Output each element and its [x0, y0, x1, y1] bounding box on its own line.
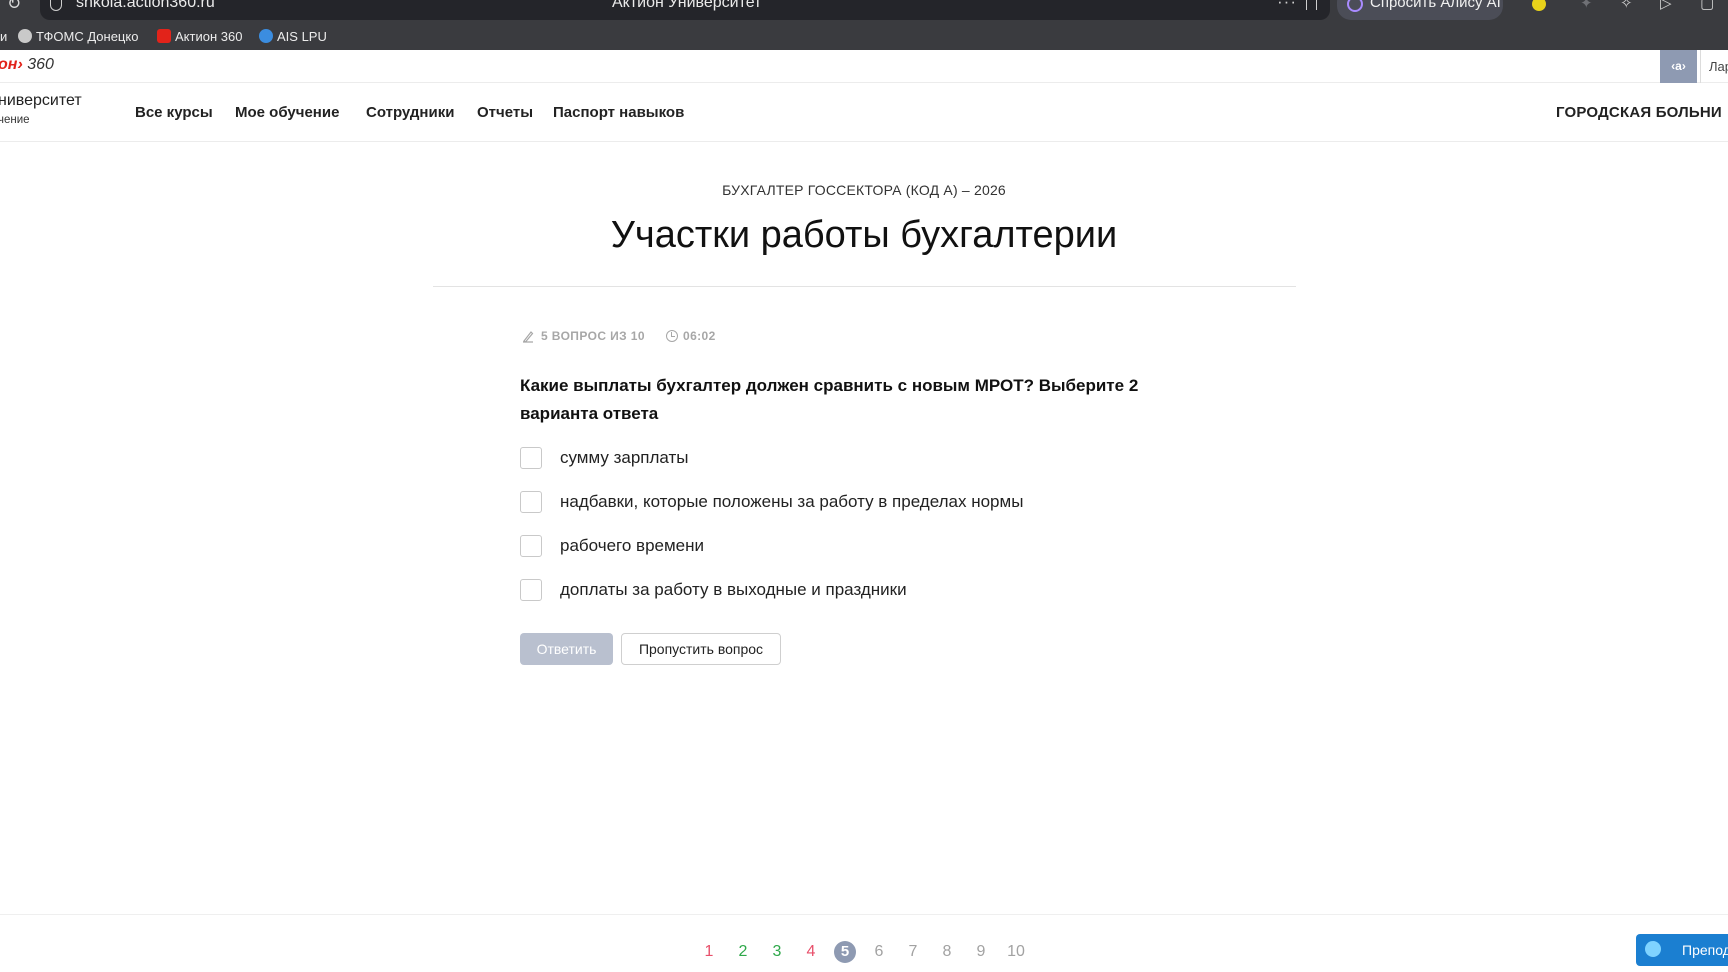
- more-icon[interactable]: ···: [1277, 0, 1297, 12]
- page-number[interactable]: 10: [1005, 941, 1027, 963]
- university-subtitle: чение: [0, 114, 30, 126]
- brand-logo[interactable]: он› 360: [0, 56, 54, 74]
- page-number[interactable]: 9: [970, 941, 992, 963]
- page-number[interactable]: 1: [698, 941, 720, 963]
- main-nav: ниверситет чение Все курсы Мое обучение …: [0, 84, 1728, 142]
- nav-employees[interactable]: Сотрудники: [366, 104, 454, 121]
- brand-part: 360: [27, 56, 54, 73]
- question-text: Какие выплаты бухгалтер должен сравнить …: [520, 376, 1139, 423]
- answer-label[interactable]: надбавки, которые положены за работу в п…: [560, 492, 1023, 512]
- university-logo[interactable]: ниверситет: [0, 92, 82, 110]
- site-topbar: он› 360 ‹a› Лар: [0, 50, 1728, 83]
- nav-reports[interactable]: Отчеты: [477, 104, 533, 121]
- info-icon: [259, 29, 273, 43]
- bookmark-tfoms[interactable]: ТФОМС Донецко: [18, 29, 138, 44]
- page-number[interactable]: 2: [732, 941, 754, 963]
- clock-icon: [666, 330, 678, 342]
- answer-checkbox[interactable]: [520, 535, 542, 557]
- answer-checkbox[interactable]: [520, 491, 542, 513]
- answer-option[interactable]: доплаты за работу в выходные и праздники: [520, 578, 1220, 602]
- answer-checkbox[interactable]: [520, 447, 542, 469]
- browser-toolbar: ↻ shkola.action360.ru Актион Университет…: [0, 0, 1728, 50]
- bookmark-label: ТФОМС Донецко: [36, 29, 139, 44]
- address-row: ↻ shkola.action360.ru Актион Университет…: [0, 0, 1728, 20]
- media-icon[interactable]: ▷: [1660, 0, 1672, 12]
- bookmark-aktion[interactable]: Актион 360: [157, 29, 242, 44]
- pen-icon: [523, 331, 534, 343]
- divider: [433, 286, 1296, 287]
- page-number[interactable]: 4: [800, 941, 822, 963]
- bookmark-label: AIS LPU: [277, 29, 327, 44]
- question-progress: 5 ВОПРОС ИЗ 10: [541, 329, 645, 343]
- help-button[interactable]: ‹a›: [1660, 50, 1697, 83]
- bookmark-cut[interactable]: и: [0, 29, 7, 44]
- page-number[interactable]: 3: [766, 941, 788, 963]
- answer-label[interactable]: рабочего времени: [560, 536, 704, 556]
- reload-icon[interactable]: ↻: [7, 0, 21, 14]
- page-number[interactable]: 7: [902, 941, 924, 963]
- page-number[interactable]: 6: [868, 941, 890, 963]
- organization-name[interactable]: ГОРОДСКАЯ БОЛЬНИ: [1556, 104, 1722, 121]
- user-name[interactable]: Лар: [1700, 50, 1728, 83]
- puzzle-icon[interactable]: ✧: [1620, 0, 1633, 12]
- skip-question-button[interactable]: Пропустить вопрос: [621, 633, 781, 665]
- nav-my-learning[interactable]: Мое обучение: [235, 104, 339, 121]
- chat-bubble-icon: [1645, 941, 1661, 957]
- answer-label[interactable]: доплаты за работу в выходные и праздники: [560, 580, 907, 600]
- answer-option[interactable]: сумму зарплаты: [520, 446, 1220, 470]
- lesson-title: Участки работы бухгалтерии: [610, 214, 1118, 256]
- url-text[interactable]: shkola.action360.ru: [76, 0, 215, 12]
- timer: 06:02: [683, 329, 716, 343]
- chevron-icon: ›: [17, 56, 23, 73]
- alice-label[interactable]: Спросить Алису AI: [1370, 0, 1501, 11]
- answer-option[interactable]: надбавки, которые положены за работу в п…: [520, 490, 1220, 514]
- support-chat-label[interactable]: Препод: [1682, 942, 1728, 958]
- nav-skills-passport[interactable]: Паспорт навыков: [553, 104, 684, 121]
- globe-icon: [18, 29, 32, 43]
- page-number-current[interactable]: 5: [834, 941, 856, 963]
- tab-title: Актион Университет: [612, 0, 762, 11]
- answer-option[interactable]: рабочего времени: [520, 534, 1220, 558]
- aktion-icon: [157, 29, 171, 43]
- extension-disabled-icon[interactable]: ✦: [1580, 0, 1593, 12]
- footer-divider: [0, 914, 1728, 915]
- nav-all-courses[interactable]: Все курсы: [135, 104, 213, 121]
- answer-button[interactable]: Ответить: [520, 633, 613, 665]
- course-name: БУХГАЛТЕР ГОССЕКТОРА (КОД А) – 2026: [722, 182, 1006, 198]
- bookmarks-bar: и ТФОМС Донецко Актион 360 AIS LPU: [0, 27, 1728, 49]
- answer-label[interactable]: сумму зарплаты: [560, 448, 689, 468]
- page-number[interactable]: 8: [936, 941, 958, 963]
- extension-icon[interactable]: [1532, 0, 1546, 11]
- bookmark-icon[interactable]: [1306, 0, 1317, 10]
- chat-icon[interactable]: ▢: [1700, 0, 1714, 12]
- bookmark-label: Актион 360: [175, 29, 243, 44]
- brand-part: он: [0, 56, 18, 73]
- answer-checkbox[interactable]: [520, 579, 542, 601]
- bookmark-ais[interactable]: AIS LPU: [259, 29, 327, 44]
